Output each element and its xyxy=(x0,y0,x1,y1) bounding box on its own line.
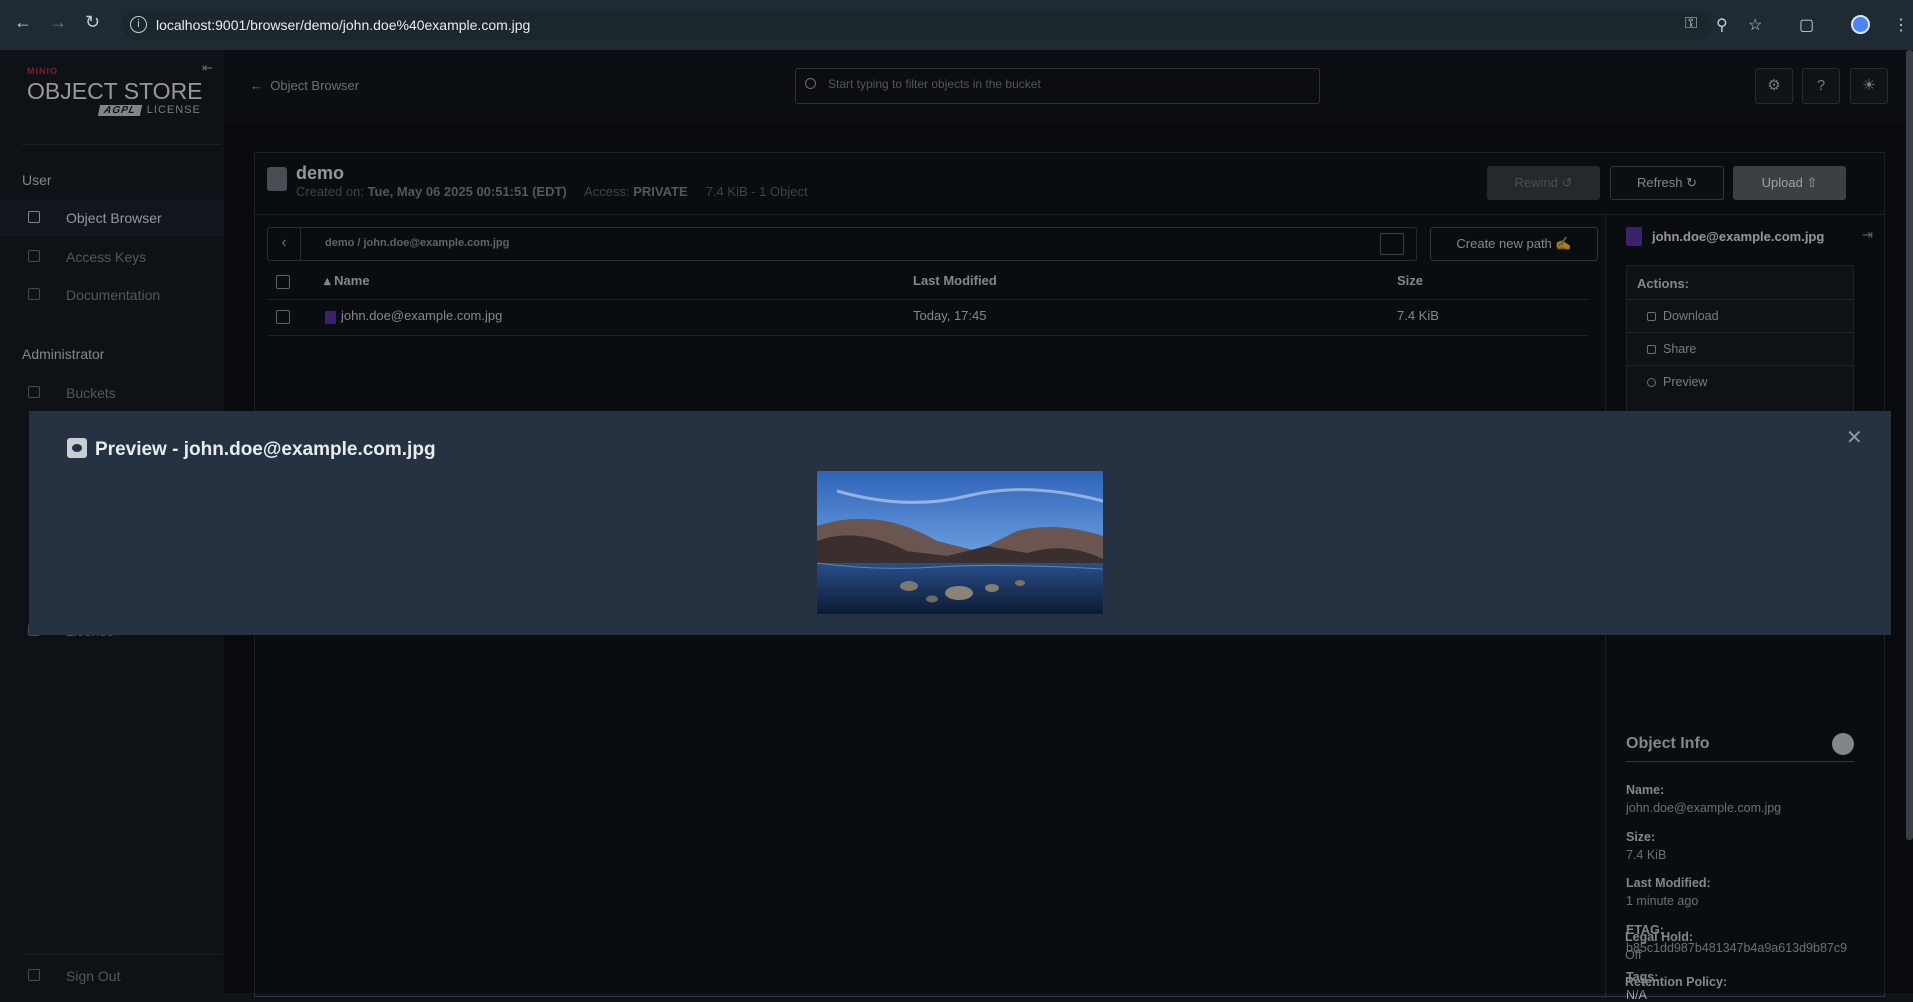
preview-modal: Preview - john.doe@example.com.jpg ✕ xyxy=(29,411,1891,635)
modal-title: Preview - john.doe@example.com.jpg xyxy=(95,439,436,460)
close-icon[interactable]: ✕ xyxy=(1846,425,1863,450)
extensions-icon[interactable]: ▢ xyxy=(1799,15,1814,35)
preview-image xyxy=(817,471,1103,614)
reload-icon[interactable]: ↻ xyxy=(85,12,100,33)
browser-toolbar: ← → ↻ i localhost:9001/browser/demo/john… xyxy=(0,0,1913,50)
bookmark-star-icon[interactable]: ☆ xyxy=(1748,15,1762,35)
preview-eye-icon xyxy=(67,438,87,458)
address-text[interactable]: localhost:9001/browser/demo/john.doe%40e… xyxy=(156,17,530,33)
back-arrow-icon[interactable]: ← xyxy=(14,12,32,33)
password-key-icon[interactable]: ⚿ xyxy=(1685,15,1697,33)
profile-avatar[interactable] xyxy=(1851,15,1870,34)
browser-menu-icon[interactable]: ⋮ xyxy=(1893,15,1909,35)
site-info-icon[interactable]: i xyxy=(130,16,147,33)
forward-arrow-icon[interactable]: → xyxy=(49,12,67,33)
zoom-icon[interactable]: ⚲ xyxy=(1716,15,1728,35)
address-bar[interactable]: i localhost:9001/browser/demo/john.doe%4… xyxy=(122,10,1712,40)
